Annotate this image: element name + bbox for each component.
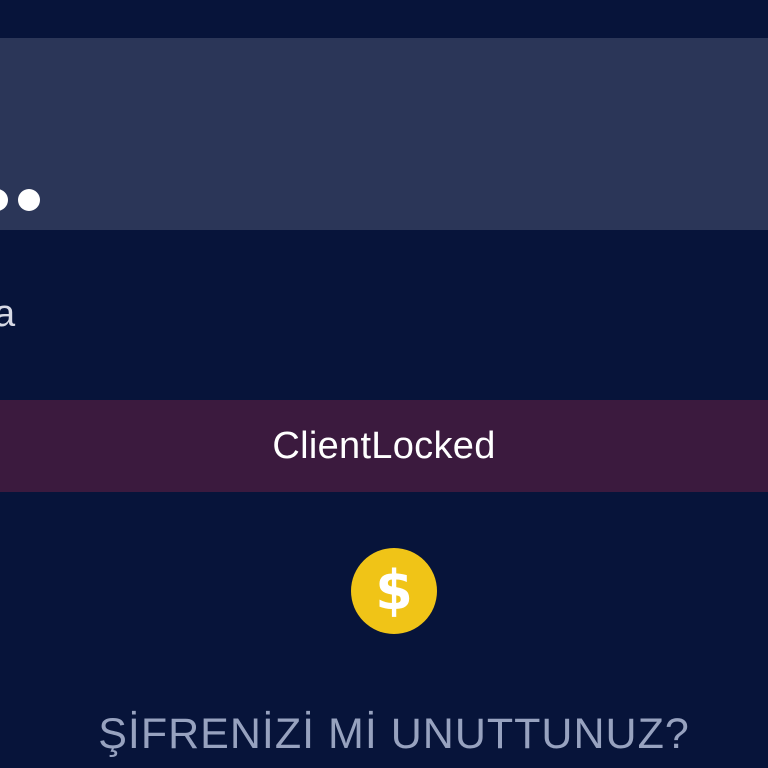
- password-field[interactable]: [0, 38, 768, 230]
- password-dot: [18, 189, 40, 211]
- remember-label: a: [0, 293, 16, 335]
- forgot-password-link[interactable]: ŞİFRENİZİ Mİ UNUTTUNUZ?: [0, 706, 768, 762]
- login-screen: a ClientLocked $ ŞİFRENİZİ Mİ UNUTTUNUZ?: [0, 0, 768, 768]
- password-dot: [0, 189, 8, 211]
- password-dots: [0, 189, 40, 211]
- dollar-coin-icon[interactable]: $: [351, 548, 437, 634]
- error-banner: ClientLocked: [0, 400, 768, 492]
- error-message: ClientLocked: [272, 424, 496, 467]
